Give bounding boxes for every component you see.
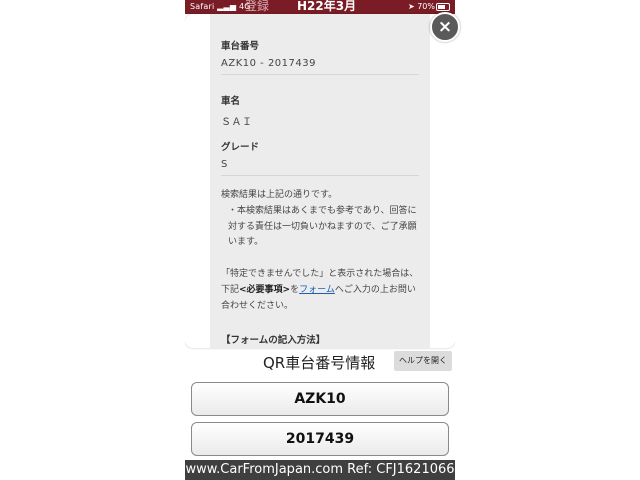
battery-percent: 70% xyxy=(417,2,435,11)
disclaimer-note: ・本検索結果はあくまでも参考であり、回答に対する責任は一切負いかねますので、ご了… xyxy=(228,206,417,247)
serial-number-button[interactable]: 2017439 xyxy=(191,422,449,456)
required-items-text: <必要事項> xyxy=(239,285,291,295)
divider xyxy=(221,175,419,176)
status-bar: Safari ▂▃▅ 4G 登録 H22年3月 ➤ 70% xyxy=(185,0,455,14)
form-link[interactable]: フォーム xyxy=(299,285,335,295)
car-name-field: 車名 ＳＡＩ xyxy=(221,93,419,128)
close-icon[interactable]: × xyxy=(430,12,460,42)
help-button[interactable]: ヘルプを開く xyxy=(394,351,452,371)
form-instructions-heading: 【フォームの記入方法】 xyxy=(221,335,326,346)
field-label: 車台番号 xyxy=(221,41,260,52)
result-intro: 検索結果は上記の通りです。 xyxy=(221,190,338,200)
result-modal: 車台番号 AZK10 - 2017439 車名 ＳＡＩ グレード S 検索結果は… xyxy=(185,14,455,348)
status-carrier: Safari ▂▃▅ 4G xyxy=(190,2,251,11)
model-code-button[interactable]: AZK10 xyxy=(191,382,449,416)
battery-icon xyxy=(436,3,450,11)
contact-notice: 「特定できませんでした」と表示された場合は、下記<必要事項>をフォームへご入力の… xyxy=(221,266,421,314)
watermark: www.CarFromJapan.com Ref: CFJ1621066 xyxy=(185,460,455,480)
field-label: 車名 xyxy=(221,96,241,107)
status-time: H22年3月 xyxy=(297,0,357,13)
result-panel[interactable]: 車台番号 AZK10 - 2017439 車名 ＳＡＩ グレード S 検索結果は… xyxy=(210,14,430,348)
field-value: ＳＡＩ xyxy=(221,117,253,128)
chassis-number-field: 車台番号 AZK10 - 2017439 xyxy=(221,38,419,69)
field-label: グレード xyxy=(221,142,260,153)
grade-field: グレード S xyxy=(221,139,419,170)
field-value: S xyxy=(221,159,228,170)
notice-text: を xyxy=(290,285,300,295)
signal-icon: ▂▃▅ xyxy=(217,2,237,11)
location-icon: ➤ xyxy=(407,2,415,11)
divider xyxy=(221,74,419,75)
status-right: ➤ 70% xyxy=(408,2,435,11)
carrier-label: Safari xyxy=(190,2,215,11)
qr-section-title: QR車台番号情報 xyxy=(263,354,376,372)
field-value: AZK10 - 2017439 xyxy=(221,58,316,69)
background-page-title: 登録 xyxy=(245,0,270,13)
